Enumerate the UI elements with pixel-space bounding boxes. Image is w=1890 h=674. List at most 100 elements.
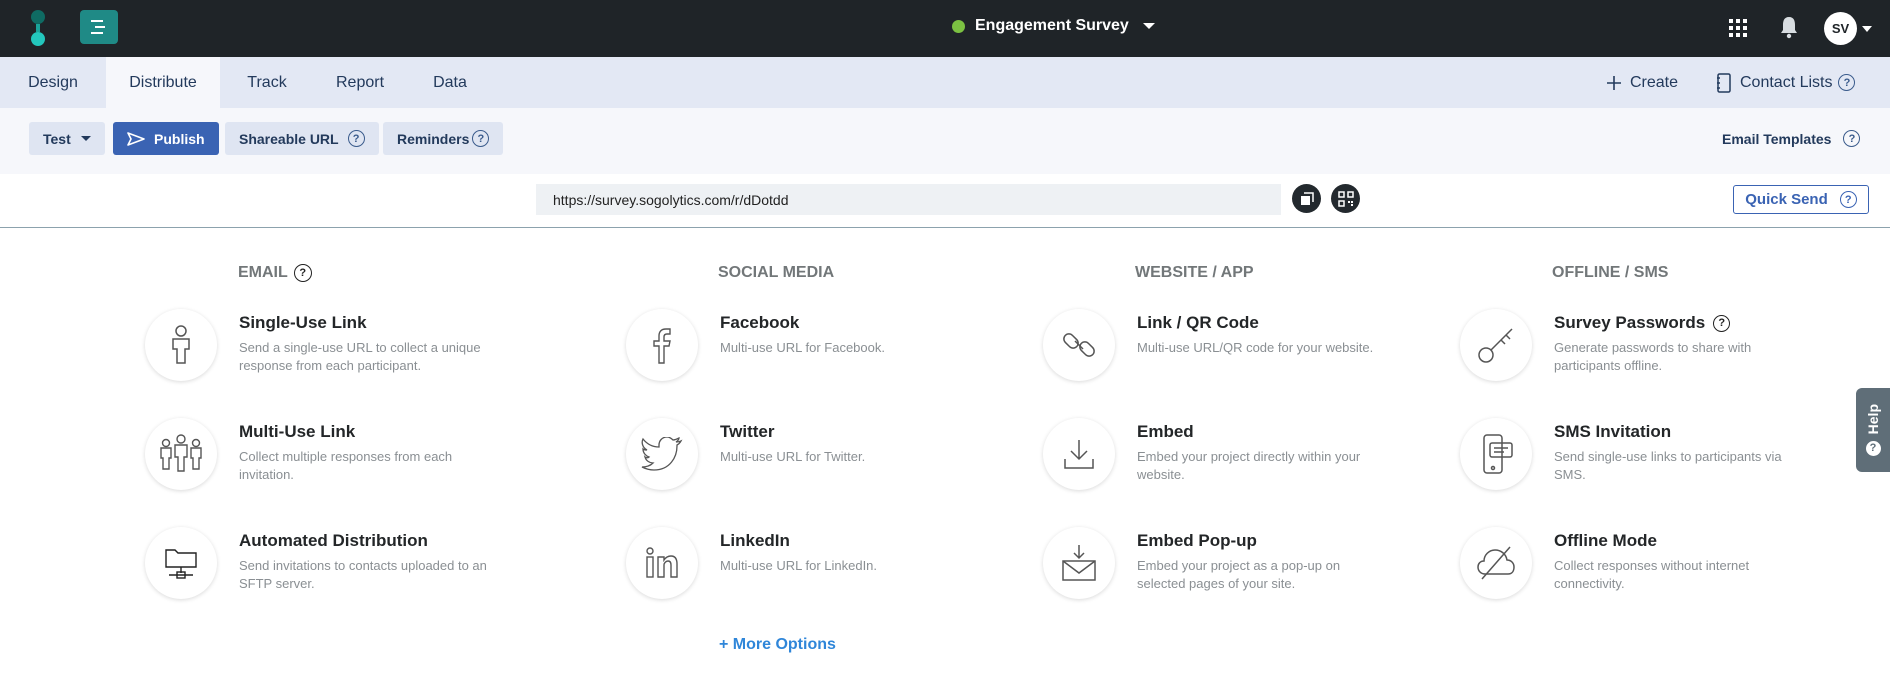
option-title: Offline Mode: [1554, 531, 1657, 550]
menu-icon: [91, 20, 105, 34]
chevron-down-icon: [80, 136, 91, 141]
shareable-url-button[interactable]: Shareable URL ?: [225, 122, 379, 155]
help-tab[interactable]: Help ?: [1856, 388, 1890, 472]
copy-url-button[interactable]: [1292, 184, 1321, 213]
option-description: Send single-use links to participants vi…: [1554, 449, 1782, 482]
option-icon-circle: [145, 418, 217, 490]
option-automated-distribution[interactable]: Automated Distribution Send invitations …: [145, 527, 565, 607]
email-templates-label: Email Templates: [1722, 130, 1832, 147]
option-icon-circle: [626, 527, 698, 599]
main-menu-button[interactable]: [80, 10, 118, 44]
tab-data[interactable]: Data: [406, 57, 494, 108]
test-dropdown[interactable]: Test: [29, 122, 105, 155]
bell-icon[interactable]: [1778, 15, 1800, 39]
option-icon-circle: [1460, 309, 1532, 381]
address-book-icon: [1717, 72, 1731, 93]
reminders-button[interactable]: Reminders ?: [383, 122, 504, 155]
option-link-qr-code[interactable]: Link / QR Code Multi-use URL/QR code for…: [1043, 309, 1463, 389]
sogolytics-logo-icon[interactable]: [26, 8, 50, 48]
test-label: Test: [43, 130, 71, 147]
tab-report[interactable]: Report: [314, 57, 406, 108]
option-icon-circle: [626, 309, 698, 381]
option-description: Multi-use URL/QR code for your website.: [1137, 340, 1374, 355]
option-icon-circle: [145, 527, 217, 599]
phone-message-icon: [1483, 434, 1513, 474]
column-heading-offline-sms: OFFLINE / SMS: [1552, 264, 1669, 281]
option-embed[interactable]: Embed Embed your project directly within…: [1043, 418, 1463, 498]
avatar[interactable]: SV: [1824, 12, 1857, 45]
help-icon[interactable]: ?: [1838, 74, 1856, 91]
option-title: Single-Use Link: [239, 313, 367, 332]
option-linkedin[interactable]: LinkedIn Multi-use URL for LinkedIn.: [626, 527, 1046, 607]
option-single-use-link[interactable]: Single-Use Link Send a single-use URL to…: [145, 309, 565, 389]
option-icon-circle: [626, 418, 698, 490]
twitter-icon: [641, 437, 683, 471]
option-description: Send invitations to contacts uploaded to…: [239, 558, 487, 591]
option-title: Automated Distribution: [239, 531, 428, 550]
option-offline-mode[interactable]: Offline Mode Collect responses without i…: [1460, 527, 1880, 607]
option-title: SMS Invitation: [1554, 422, 1672, 441]
option-description: Generate passwords to share with partici…: [1554, 340, 1752, 373]
tab-track[interactable]: Track: [220, 57, 314, 108]
status-dot: [952, 19, 965, 33]
help-icon: ?: [1865, 440, 1881, 456]
option-title: Facebook: [720, 313, 800, 332]
help-icon[interactable]: ?: [472, 130, 490, 147]
copy-icon: [1300, 191, 1314, 205]
option-description: Multi-use URL for Twitter.: [720, 449, 866, 464]
option-icon-circle: [1460, 527, 1532, 599]
option-title: Twitter: [720, 422, 775, 441]
more-options-link[interactable]: + More Options: [719, 636, 836, 654]
option-title: Multi-Use Link: [239, 422, 356, 441]
facebook-icon: [653, 328, 671, 364]
option-embed-pop-up[interactable]: Embed Pop-up Embed your project as a pop…: [1043, 527, 1463, 607]
option-title: Link / QR Code: [1137, 313, 1259, 332]
tab-design[interactable]: Design: [0, 57, 106, 108]
option-description: Multi-use URL for Facebook.: [720, 340, 885, 355]
option-icon-circle: [1043, 309, 1115, 381]
envelope-download-icon: [1062, 545, 1096, 581]
publish-button[interactable]: Publish: [113, 122, 219, 155]
option-title-label: Survey Passwords: [1554, 313, 1706, 332]
chain-link-icon: [1063, 333, 1095, 357]
option-title: LinkedIn: [720, 531, 790, 550]
option-sms-invitation[interactable]: SMS Invitation Send single-use links to …: [1460, 418, 1880, 498]
column-heading-website-app: WEBSITE / APP: [1135, 264, 1254, 281]
cloud-off-icon: [1477, 546, 1515, 580]
apps-grid-icon[interactable]: [1728, 18, 1748, 38]
help-icon[interactable]: ?: [293, 264, 312, 282]
option-facebook[interactable]: Facebook Multi-use URL for Facebook.: [626, 309, 1046, 389]
top-bar: Engagement Survey SV: [0, 0, 1890, 57]
help-icon[interactable]: ?: [1713, 314, 1731, 332]
option-description: Embed your project as a pop-up on select…: [1137, 558, 1341, 591]
quick-send-button[interactable]: Quick Send ?: [1733, 185, 1869, 214]
distribute-toolbar: Test Publish Shareable URL ? Reminders ?…: [0, 108, 1890, 174]
column-heading-social-media: SOCIAL MEDIA: [718, 264, 835, 281]
option-icon-circle: [1043, 418, 1115, 490]
qr-code-button[interactable]: [1331, 184, 1360, 213]
option-multi-use-link[interactable]: Multi-Use Link Collect multiple response…: [145, 418, 565, 498]
help-icon[interactable]: ?: [347, 130, 365, 147]
option-title: Embed: [1137, 422, 1194, 441]
option-twitter[interactable]: Twitter Multi-use URL for Twitter.: [626, 418, 1046, 498]
create-button[interactable]: Create: [1606, 57, 1678, 108]
option-icon-circle: [145, 309, 217, 381]
folder-network-icon: [165, 549, 197, 579]
tab-bar: Design Distribute Track Report Data Crea…: [0, 57, 1890, 108]
option-survey-passwords[interactable]: Survey Passwords ? Generate passwords to…: [1460, 309, 1880, 389]
contact-lists-button[interactable]: Contact Lists ?: [1716, 57, 1856, 108]
key-icon: [1478, 328, 1513, 363]
help-icon[interactable]: ?: [1839, 191, 1857, 208]
shareable-url-label: Shareable URL: [239, 130, 339, 147]
survey-title-dropdown[interactable]: Engagement Survey: [952, 17, 1155, 35]
help-icon[interactable]: ?: [1843, 130, 1861, 147]
option-description: Embed your project directly within your …: [1137, 449, 1361, 482]
avatar-chevron-down-icon[interactable]: [1862, 26, 1872, 32]
survey-url-field[interactable]: [536, 184, 1281, 215]
option-title: Embed Pop-up: [1137, 531, 1257, 550]
option-icon-circle: [1043, 527, 1115, 599]
option-description: Send a single-use URL to collect a uniqu…: [239, 340, 481, 373]
group-icon: [160, 434, 202, 472]
tab-distribute[interactable]: Distribute: [106, 57, 220, 108]
email-templates-link[interactable]: Email Templates ?: [1722, 130, 1861, 147]
